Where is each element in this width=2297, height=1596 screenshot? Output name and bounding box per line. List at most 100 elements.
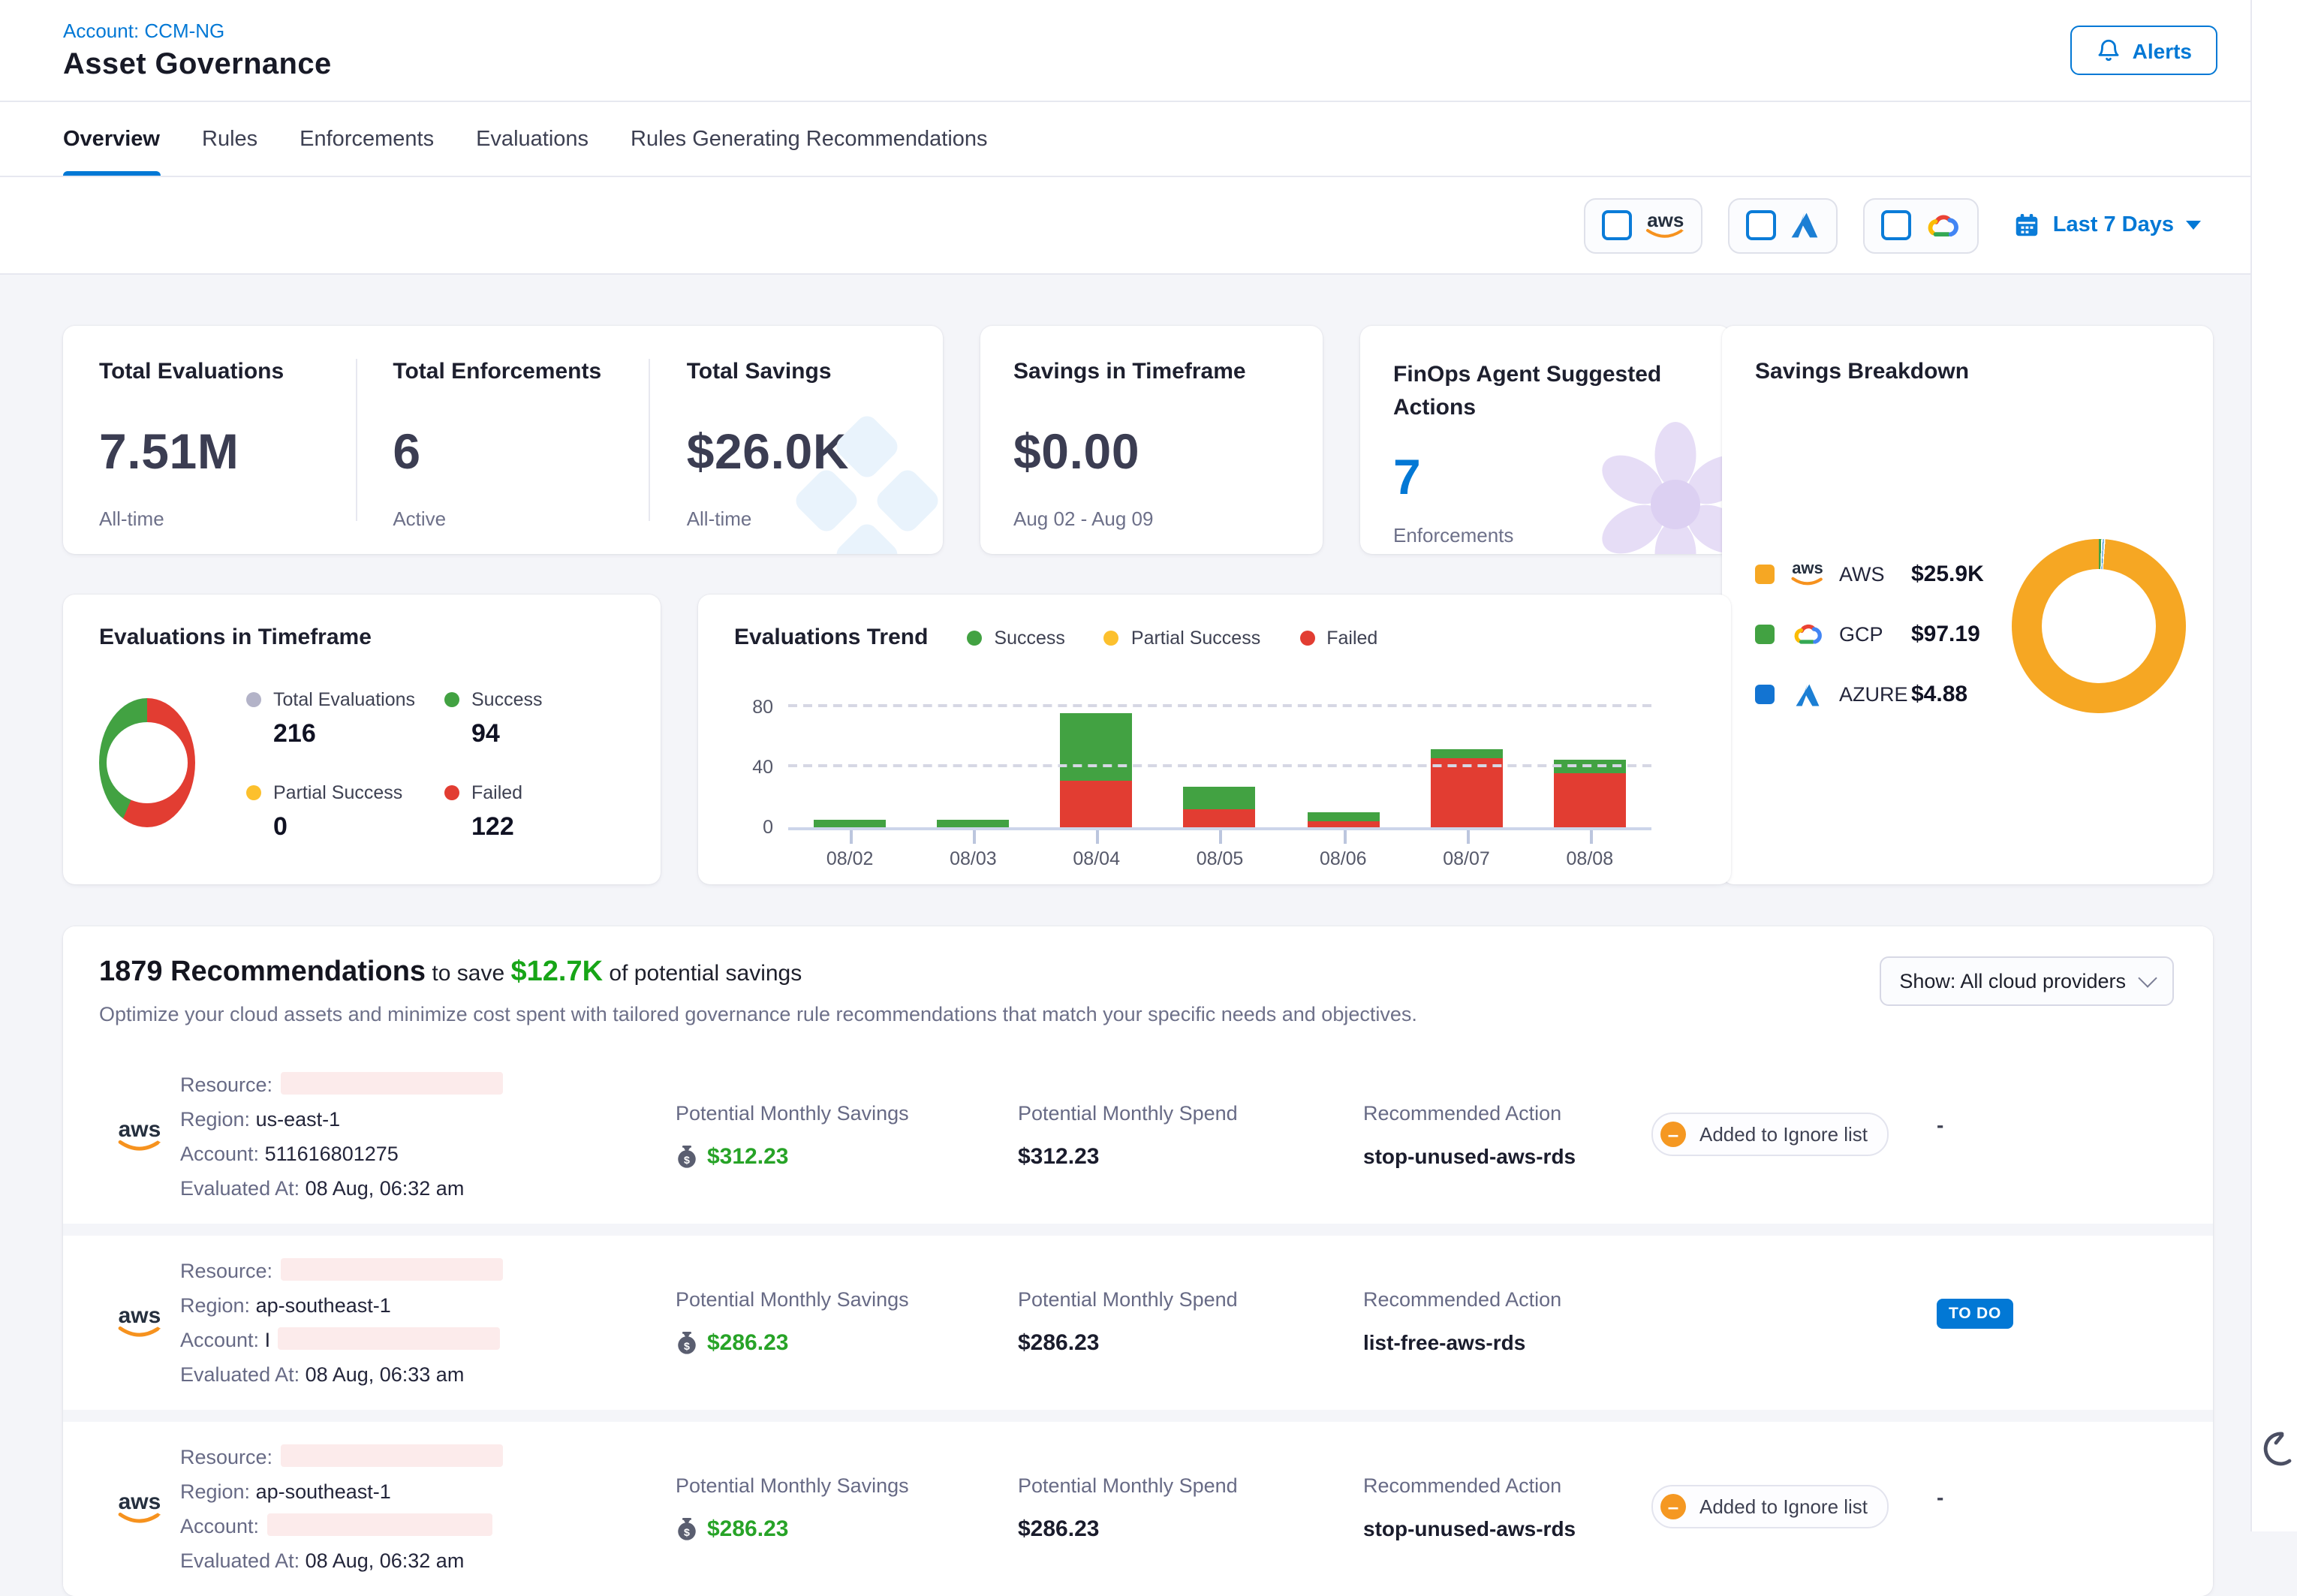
azure-logo-icon bbox=[1790, 212, 1820, 239]
minus-icon: – bbox=[1660, 1122, 1686, 1147]
svg-text:$: $ bbox=[684, 1340, 690, 1352]
calendar-icon bbox=[2014, 212, 2041, 239]
potential-monthly-spend-cell: Potential Monthly Spend $286.23 bbox=[1018, 1440, 1363, 1578]
x-tick bbox=[1097, 830, 1100, 844]
trend-bar-column: 08/08 bbox=[1528, 695, 1651, 827]
provider-cell: aws bbox=[117, 1254, 180, 1392]
status-cell: TO DO bbox=[1651, 1254, 2213, 1392]
provider-cell: aws bbox=[117, 1068, 180, 1206]
trend-legend-partial-success: Partial Success bbox=[1104, 627, 1260, 648]
added-to-ignore-list-chip[interactable]: –Added to Ignore list bbox=[1651, 1113, 1889, 1156]
savings-value: $286.23 bbox=[707, 1516, 788, 1542]
total-evaluations-dot bbox=[246, 692, 261, 707]
cloud-provider-filter-select[interactable]: Show: All cloud providers bbox=[1880, 956, 2174, 1006]
account-value: 511616801275 bbox=[265, 1143, 399, 1165]
stat-label: Total Enforcements bbox=[393, 359, 613, 384]
tab-overview[interactable]: Overview bbox=[63, 102, 160, 176]
success-segment bbox=[1184, 787, 1256, 809]
todo-badge[interactable]: TO DO bbox=[1937, 1299, 2013, 1329]
trend-bar-column: 08/05 bbox=[1158, 695, 1281, 827]
x-tick bbox=[1467, 830, 1470, 844]
potential-monthly-savings-cell: Potential Monthly Savings $$286.23 bbox=[676, 1254, 1018, 1392]
recommendations-title: 1879 Recommendations to save $12.7K of p… bbox=[99, 956, 1417, 989]
finops-agent-card: FinOps Agent Suggested Actions 7 Enforce… bbox=[1360, 326, 1731, 554]
status-cell: –Added to Ignore list - bbox=[1651, 1440, 2213, 1578]
overview-content: Total Evaluations 7.51M All-time Total E… bbox=[0, 326, 2213, 1596]
tab-bar: Overview Rules Enforcements Evaluations … bbox=[0, 102, 2297, 177]
filter-bar: aws Last 7 D bbox=[0, 177, 2297, 275]
region-value: ap-southeast-1 bbox=[256, 1294, 391, 1317]
recommendations-card: 1879 Recommendations to save $12.7K of p… bbox=[63, 926, 2213, 1596]
tab-rules-generating-recommendations[interactable]: Rules Generating Recommendations bbox=[631, 102, 988, 176]
recommendations-count: 1879 Recommendations bbox=[99, 956, 426, 988]
y-tick-label: 80 bbox=[752, 697, 773, 718]
stat-caption: Active bbox=[393, 507, 613, 530]
trend-bar-column: 08/04 bbox=[1035, 695, 1158, 827]
tab-evaluations[interactable]: Evaluations bbox=[476, 102, 589, 176]
stat-value: $0.00 bbox=[1013, 423, 1290, 480]
x-tick-label: 08/07 bbox=[1443, 848, 1490, 869]
x-tick-label: 08/06 bbox=[1320, 848, 1367, 869]
x-tick bbox=[1343, 830, 1346, 844]
spend-value: $286.23 bbox=[1018, 1516, 1363, 1542]
added-to-ignore-list-chip[interactable]: –Added to Ignore list bbox=[1651, 1485, 1889, 1528]
recommendation-row[interactable]: aws Resource: Region: us-east-1 Account:… bbox=[63, 1049, 2213, 1224]
money-bag-icon: $ bbox=[676, 1331, 698, 1355]
tab-rules[interactable]: Rules bbox=[202, 102, 257, 176]
y-tick-label: 40 bbox=[752, 757, 773, 778]
empty-value-dash: - bbox=[1937, 1113, 1943, 1137]
stacked-bar bbox=[1431, 749, 1503, 827]
stat-value: $26.0K bbox=[687, 423, 907, 480]
aws-checkbox[interactable] bbox=[1603, 210, 1633, 240]
success-segment bbox=[814, 820, 886, 827]
aws-logo-icon: aws bbox=[1646, 211, 1685, 239]
failed-segment bbox=[1061, 781, 1133, 827]
stat-label: Savings in Timeframe bbox=[1013, 359, 1290, 384]
x-tick bbox=[850, 830, 853, 844]
recommendation-row[interactable]: aws Resource: Region: ap-southeast-1 Acc… bbox=[63, 1236, 2213, 1410]
account-breadcrumb[interactable]: Account: CCM-NG bbox=[63, 19, 332, 41]
tab-enforcements[interactable]: Enforcements bbox=[300, 102, 434, 176]
provider-filter-azure[interactable] bbox=[1729, 197, 1838, 253]
success-dot bbox=[967, 630, 982, 645]
gridline bbox=[788, 764, 1651, 767]
scrollbar-track[interactable] bbox=[2250, 0, 2297, 1531]
recommendation-row[interactable]: aws Resource: Region: ap-southeast-1 Acc… bbox=[63, 1422, 2213, 1596]
aws-logo-icon: aws bbox=[117, 1120, 162, 1153]
redacted-account-value bbox=[278, 1327, 500, 1350]
aws-color-chip bbox=[1755, 565, 1775, 584]
chevron-down-icon bbox=[2138, 968, 2157, 987]
bar-chart-plot-area: 08/0208/0308/0408/0508/0608/0708/08 bbox=[788, 695, 1651, 827]
alerts-button[interactable]: Alerts bbox=[2071, 26, 2217, 75]
failed-segment bbox=[1307, 821, 1379, 827]
redacted-account-value bbox=[266, 1513, 492, 1536]
evaluations-trend-card: Evaluations Trend Success Partial Succes… bbox=[698, 595, 1731, 884]
y-axis-labels: 04080 bbox=[734, 695, 788, 827]
svg-text:$: $ bbox=[684, 1154, 690, 1166]
stacked-bar bbox=[937, 820, 1009, 827]
azure-checkbox[interactable] bbox=[1747, 210, 1777, 240]
recommended-action-cell: Recommended Action stop-unused-aws-rds bbox=[1363, 1068, 1651, 1206]
stat-label: Total Evaluations bbox=[99, 359, 319, 384]
date-range-picker[interactable]: Last 7 Days bbox=[2014, 212, 2201, 239]
legend-success: Success 94 bbox=[444, 689, 625, 749]
provider-savings: $4.88 bbox=[1911, 682, 1967, 707]
evaluations-in-timeframe-card: Evaluations in Timeframe Total Evaluatio… bbox=[63, 595, 661, 884]
provider-filter-aws[interactable]: aws bbox=[1585, 197, 1703, 253]
floating-widget-icon[interactable] bbox=[2255, 1429, 2294, 1468]
stat-value: 6 bbox=[393, 423, 613, 480]
account-value: I bbox=[265, 1329, 271, 1351]
stat-caption: Enforcements bbox=[1393, 523, 1698, 546]
gcp-checkbox[interactable] bbox=[1882, 210, 1912, 240]
azure-color-chip bbox=[1755, 685, 1775, 704]
bell-icon bbox=[2097, 38, 2122, 63]
provider-filter-gcp[interactable] bbox=[1864, 197, 1979, 253]
legend-total-evaluations: Total Evaluations 216 bbox=[246, 689, 444, 749]
total-evaluations-stat: Total Evaluations 7.51M All-time bbox=[63, 359, 355, 521]
potential-monthly-spend-cell: Potential Monthly Spend $286.23 bbox=[1018, 1254, 1363, 1392]
stacked-bar bbox=[1061, 713, 1133, 827]
savings-value: $286.23 bbox=[707, 1330, 788, 1356]
savings-breakdown-card: Savings Breakdown aws AWS $25.9K bbox=[1722, 326, 2213, 884]
date-range-label: Last 7 Days bbox=[2053, 213, 2174, 237]
redacted-resource-value bbox=[280, 1072, 502, 1095]
